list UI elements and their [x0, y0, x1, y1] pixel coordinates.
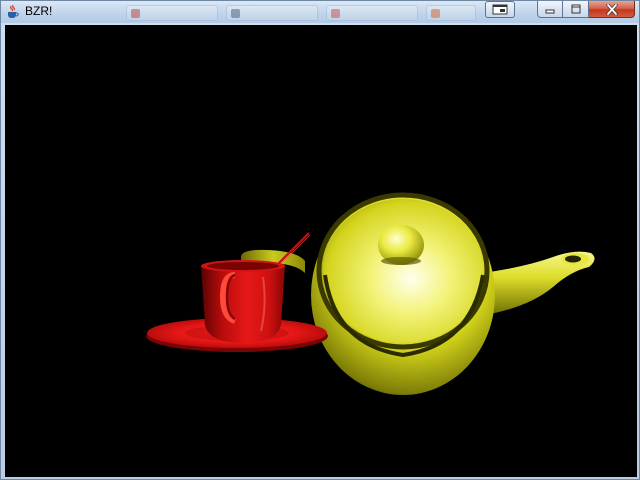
application-window: BZR!: [0, 0, 640, 480]
background-taskbar-reflection: [96, 5, 476, 21]
close-icon: [605, 3, 618, 15]
maximize-button[interactable]: [563, 1, 589, 18]
ghost-tab: [326, 5, 418, 21]
ghost-tab-icon: [431, 9, 440, 18]
title-bar[interactable]: BZR!: [1, 1, 639, 23]
window-title: BZR!: [25, 4, 53, 18]
ghost-tab: [126, 5, 218, 21]
switch-window-button[interactable]: [485, 1, 515, 18]
minimize-button[interactable]: [537, 1, 563, 18]
ghost-tab-icon: [331, 9, 340, 18]
teapot-spout: [483, 251, 595, 315]
scene: [146, 192, 595, 395]
ghost-tab: [226, 5, 318, 21]
ghost-tab-icon: [131, 9, 140, 18]
java-coffee-cup-icon: [8, 4, 19, 18]
minimize-icon: [545, 9, 555, 14]
switch-window-icon: [492, 4, 508, 15]
ghost-tab: [426, 5, 476, 21]
teacup: [201, 260, 285, 343]
teapot: [311, 192, 495, 395]
maximize-icon: [571, 4, 580, 14]
ghost-tab-icon: [231, 9, 240, 18]
3d-render-canvas[interactable]: [5, 25, 637, 477]
close-button[interactable]: [589, 1, 635, 18]
